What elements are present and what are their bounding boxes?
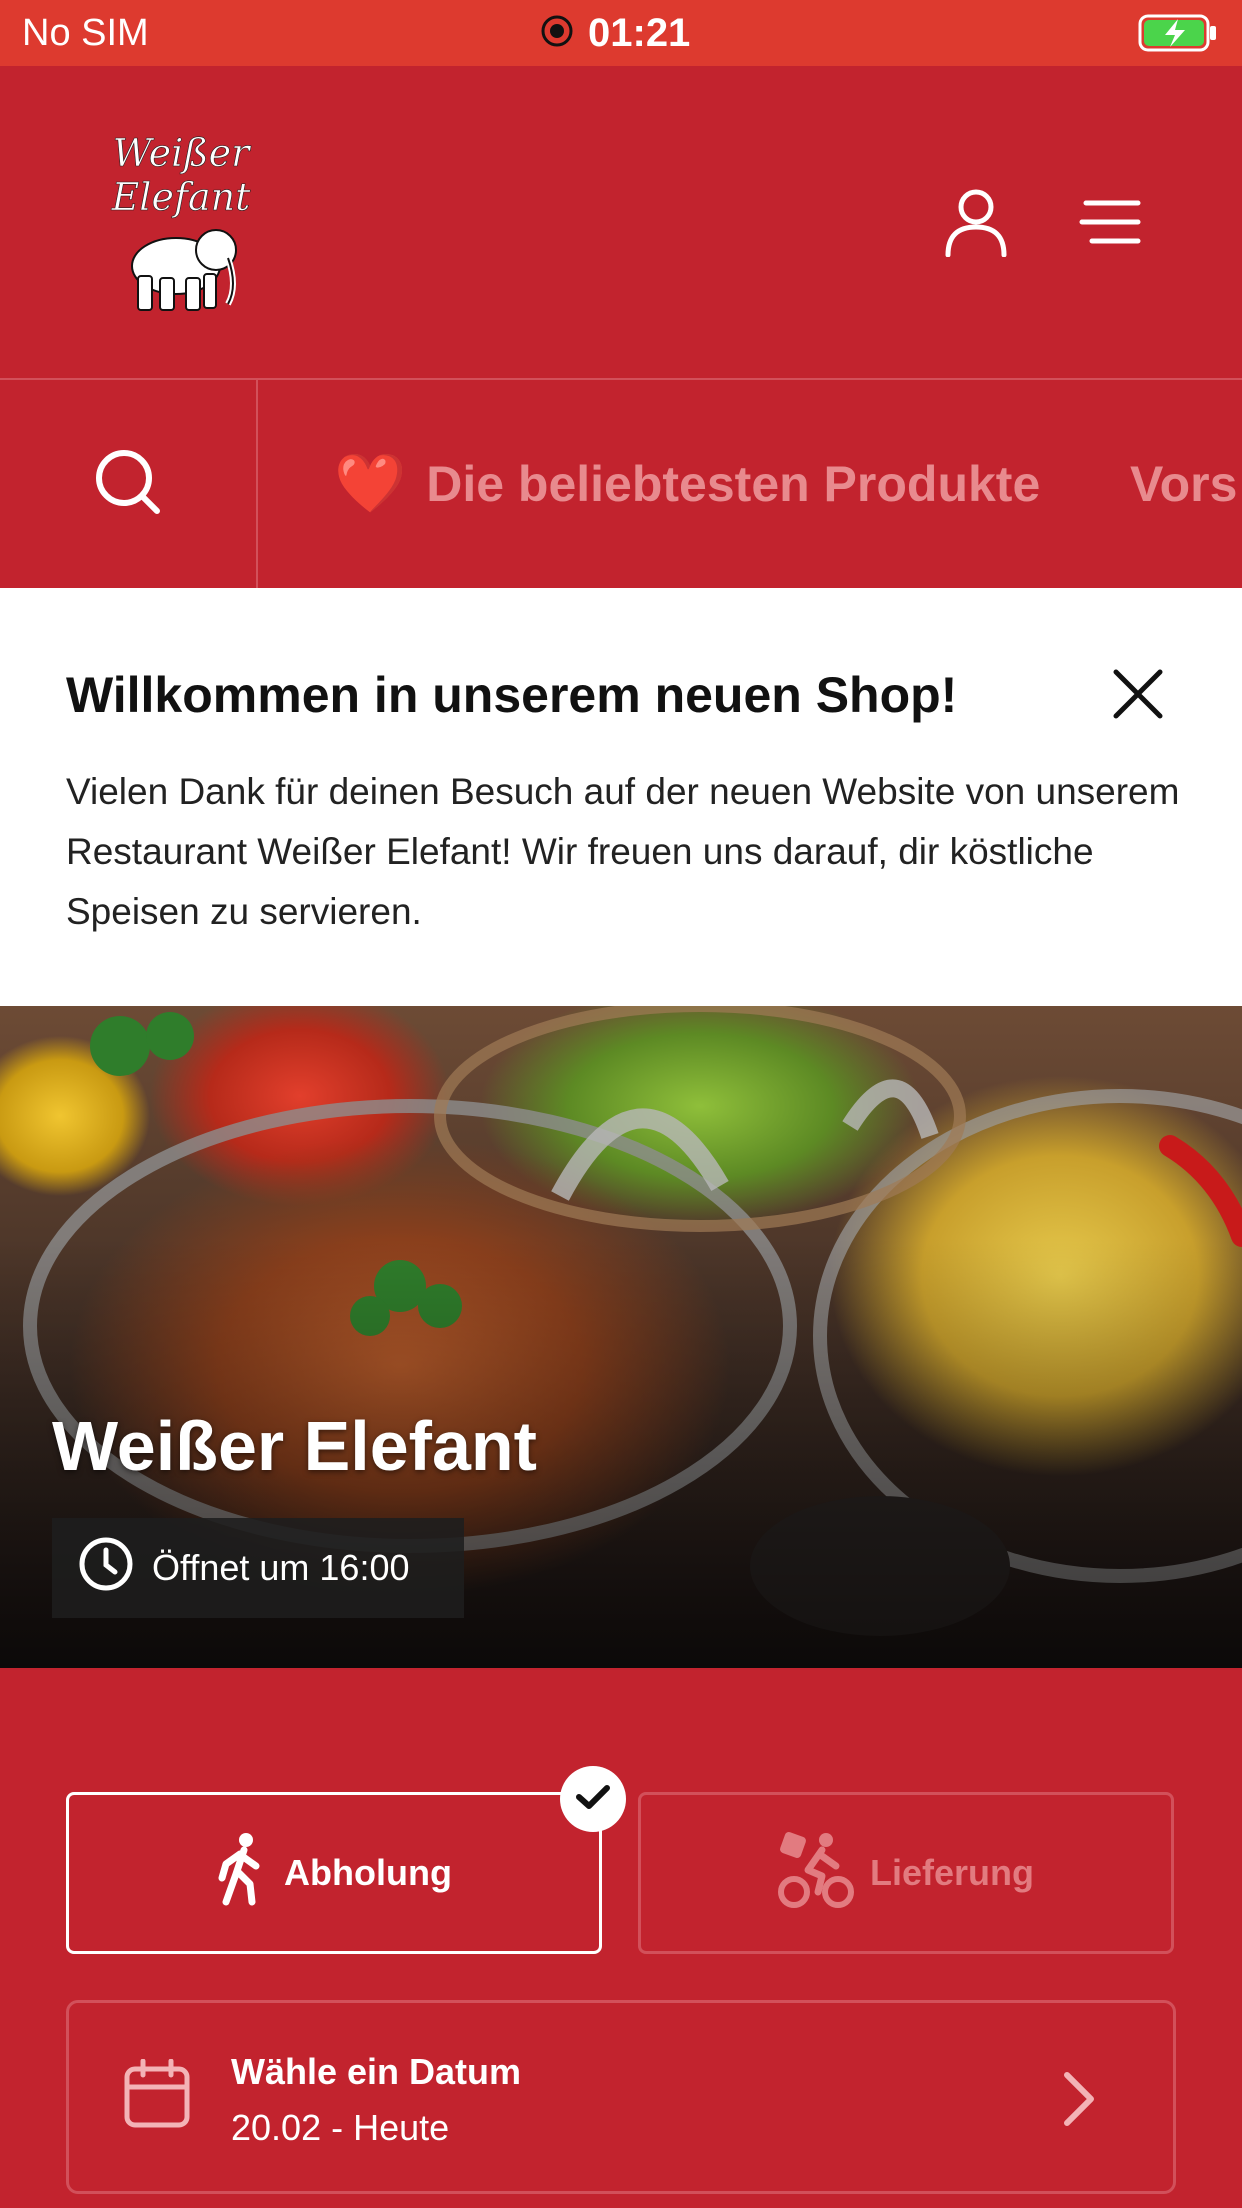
search-icon <box>93 447 163 522</box>
account-button[interactable] <box>936 184 1016 264</box>
svg-text:Elefant: Elefant <box>111 175 252 219</box>
category-tab-popular[interactable]: ❤️ Die beliebtesten Produkte <box>334 380 1040 588</box>
user-icon <box>943 187 1009 262</box>
status-time: 01:21 <box>588 10 691 55</box>
delivery-option-button[interactable]: Lieferung <box>638 1792 1174 1954</box>
hamburger-menu-icon <box>1078 199 1142 250</box>
walking-person-icon <box>216 1832 268 1915</box>
chevron-right-icon <box>1059 2069 1099 2134</box>
checkmark-icon <box>576 1784 610 1815</box>
category-tab-label: Vors <box>1130 456 1238 512</box>
battery-charging-icon <box>1138 14 1218 57</box>
hero-image: Weißer Elefant Öffnet um 16:00 <box>0 1006 1242 1668</box>
category-tab-next[interactable]: Vors <box>1130 380 1237 588</box>
delivery-label: Lieferung <box>869 1852 1034 1893</box>
welcome-text: Vielen Dank für deinen Besuch auf der ne… <box>66 771 1180 932</box>
close-icon <box>1110 669 1166 726</box>
heart-icon: ❤️ <box>334 451 407 516</box>
clock-icon <box>78 1536 134 1601</box>
pickup-label: Abholung <box>284 1852 452 1893</box>
date-picker-button[interactable]: Wähle ein Datum 20.02 - Heute <box>66 2000 1176 2194</box>
status-bar: No SIM 01:21 <box>0 0 1242 66</box>
welcome-banner: Willkommen in unserem neuen Shop! Vielen… <box>0 588 1242 1006</box>
pickup-option-button[interactable]: Abholung <box>66 1792 602 1954</box>
opening-hours-badge: Öffnet um 16:00 <box>52 1518 464 1618</box>
status-center: 01:21 <box>540 10 690 56</box>
date-picker-value: 20.02 - Heute <box>231 2107 450 2148</box>
opening-hours-text: Öffnet um 16:00 <box>152 1547 410 1588</box>
category-tab-label: Die beliebtesten Produkte <box>426 456 1041 512</box>
selected-check-badge <box>560 1766 626 1832</box>
site-header: Weißer Elefant <box>0 66 1242 378</box>
welcome-title: Willkommen in unserem neuen Shop! <box>66 667 958 723</box>
calendar-icon <box>123 2058 191 2134</box>
menu-button[interactable] <box>1070 184 1150 264</box>
restaurant-logo[interactable]: Weißer Elefant <box>106 126 256 316</box>
restaurant-name: Weißer Elefant <box>52 1407 537 1485</box>
svg-text:Weißer: Weißer <box>113 131 252 175</box>
bicycle-courier-icon <box>777 1830 854 1917</box>
search-button[interactable] <box>0 380 258 588</box>
screen-record-icon <box>540 14 574 53</box>
date-picker-title: Wähle ein Datum <box>231 2051 522 2092</box>
carrier-label: No SIM <box>22 12 149 54</box>
category-nav: ❤️ Die beliebtesten Produkte Vors <box>0 378 1242 590</box>
close-welcome-button[interactable] <box>1110 666 1166 722</box>
